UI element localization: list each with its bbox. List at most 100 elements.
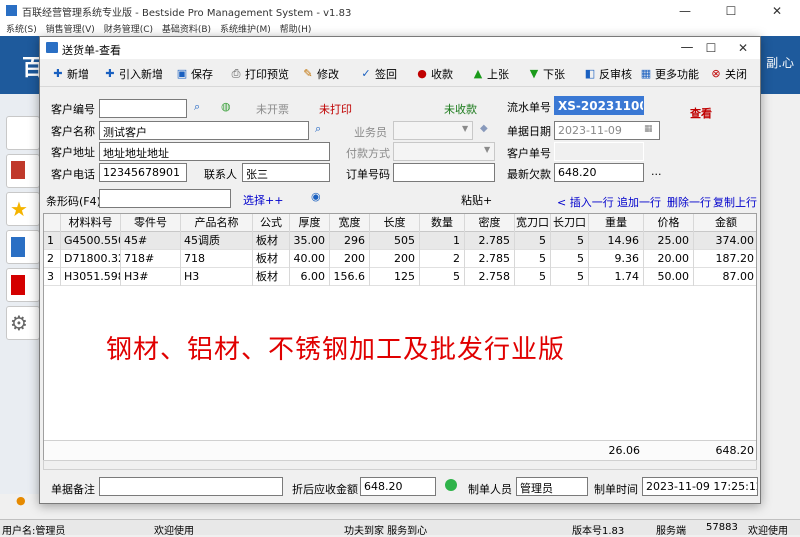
next-button[interactable]: ▼ 下张 <box>528 66 565 82</box>
customer-code-field[interactable] <box>99 99 187 118</box>
app-maximize-button[interactable]: ☐ <box>708 0 754 22</box>
table-row[interactable]: 3 H3051.598 H3# H3 板材 6.00 156.6 125 5 2… <box>44 268 756 286</box>
cell-amount[interactable]: 187.20 <box>694 250 756 268</box>
grid-header-formula[interactable]: 公式 <box>253 214 290 232</box>
app-minimize-button[interactable]: — <box>662 0 708 22</box>
import-new-button[interactable]: ✚ 引入新增 <box>104 66 163 82</box>
cell-length[interactable]: 505 <box>370 232 420 250</box>
grid-header-width[interactable]: 宽度 <box>330 214 370 232</box>
serial-no-field[interactable]: XS-202311001 <box>554 96 644 115</box>
menu-help[interactable]: 帮助(H) <box>280 22 312 35</box>
cell-thickness[interactable]: 35.00 <box>290 232 330 250</box>
shortcut-button-4[interactable] <box>6 230 40 264</box>
app-close-button[interactable]: ✕ <box>754 0 800 22</box>
grid-header-quantity[interactable]: 数量 <box>420 214 465 232</box>
cell-formula[interactable]: 板材 <box>253 268 290 286</box>
more-options-button[interactable]: ... <box>651 165 662 178</box>
cell-amount[interactable]: 374.00 <box>694 232 756 250</box>
grid-header-price[interactable]: 价格 <box>644 214 694 232</box>
dialog-close-button[interactable]: ✕ <box>720 37 766 59</box>
cell-material-no[interactable]: D71800.32 <box>61 250 121 268</box>
calendar-icon[interactable]: ▦ <box>644 124 653 134</box>
customer-address-field[interactable]: 地址地址地址 <box>99 142 330 161</box>
grid-header-width-kerf[interactable]: 宽刀口 <box>515 214 551 232</box>
order-no-field[interactable] <box>393 163 495 182</box>
cell-width[interactable]: 156.6 <box>330 268 370 286</box>
cell-quantity[interactable]: 5 <box>420 268 465 286</box>
cell-formula[interactable]: 板材 <box>253 250 290 268</box>
customer-search-icon[interactable]: ⌕ <box>315 122 321 136</box>
customer-name-field[interactable]: 测试客户 <box>99 121 309 140</box>
cell-width[interactable]: 200 <box>330 250 370 268</box>
cell-quantity[interactable]: 1 <box>420 232 465 250</box>
cell-length-kerf[interactable]: 5 <box>551 250 589 268</box>
barcode-input[interactable] <box>99 189 231 208</box>
customer-phone-field[interactable]: 12345678901 <box>99 163 187 182</box>
grid-header-product-name[interactable]: 产品名称 <box>181 214 253 232</box>
append-row-link[interactable]: 追加一行 <box>617 194 661 210</box>
table-row[interactable]: 1 G4500.550 45# 45调质 板材 35.00 296 505 1 … <box>44 232 756 250</box>
cell-part-no[interactable]: 45# <box>121 232 181 250</box>
cell-formula[interactable]: 板材 <box>253 232 290 250</box>
search-icon[interactable]: ⌕ <box>194 100 200 114</box>
cell-density[interactable]: 2.785 <box>465 250 515 268</box>
cell-quantity[interactable]: 2 <box>420 250 465 268</box>
payment-method-select[interactable] <box>393 142 495 161</box>
menu-system[interactable]: 系统(S) <box>6 22 37 35</box>
shortcut-button-5[interactable] <box>6 268 40 302</box>
new-button[interactable]: ✚ 新增 <box>52 66 89 82</box>
edit-button[interactable]: ✎ 修改 <box>302 66 339 82</box>
cell-product-name[interactable]: H3 <box>181 268 253 286</box>
customer-order-field[interactable] <box>554 142 644 161</box>
shortcut-button-1[interactable] <box>6 116 40 150</box>
cell-material-no[interactable]: G4500.550 <box>61 232 121 250</box>
shortcut-button-3[interactable]: ★ <box>6 192 40 226</box>
contact-field[interactable]: 张三 <box>242 163 330 182</box>
cell-price[interactable]: 20.00 <box>644 250 694 268</box>
cell-weight[interactable]: 1.74 <box>589 268 644 286</box>
remark-field[interactable] <box>99 477 283 496</box>
grid-header-density[interactable]: 密度 <box>465 214 515 232</box>
cell-width-kerf[interactable]: 5 <box>515 232 551 250</box>
copy-up-link[interactable]: 复制上行 <box>713 194 757 210</box>
shortcut-button-6[interactable]: ⚙ <box>6 306 40 340</box>
cell-thickness[interactable]: 6.00 <box>290 268 330 286</box>
eraser-icon[interactable]: ◆ <box>480 123 488 134</box>
cell-part-no[interactable]: 718# <box>121 250 181 268</box>
cell-product-name[interactable]: 718 <box>181 250 253 268</box>
table-row[interactable]: 2 D71800.32 718# 718 板材 40.00 200 200 2 … <box>44 250 756 268</box>
grid-header-length[interactable]: 长度 <box>370 214 420 232</box>
collect-payment-button[interactable]: ● 收款 <box>416 66 453 82</box>
cell-material-no[interactable]: H3051.598 <box>61 268 121 286</box>
paste-link[interactable]: 粘贴+ <box>461 192 492 208</box>
cell-amount[interactable]: 87.00 <box>694 268 756 286</box>
cell-length[interactable]: 200 <box>370 250 420 268</box>
previous-button[interactable]: ▲ 上张 <box>472 66 509 82</box>
menu-basic-data[interactable]: 基础资料(B) <box>162 22 211 35</box>
cell-width[interactable]: 296 <box>330 232 370 250</box>
shortcut-button-2[interactable] <box>6 154 40 188</box>
cell-density[interactable]: 2.758 <box>465 268 515 286</box>
unreview-button[interactable]: ◧ 反审核 <box>584 66 632 82</box>
close-button[interactable]: ⊗ 关闭 <box>710 66 747 82</box>
menu-finance[interactable]: 财务管理(C) <box>104 22 153 35</box>
cell-price[interactable]: 25.00 <box>644 232 694 250</box>
cell-part-no[interactable]: H3# <box>121 268 181 286</box>
cell-product-name[interactable]: 45调质 <box>181 232 253 250</box>
menu-maintenance[interactable]: 系统维护(M) <box>220 22 271 35</box>
insert-row-link[interactable]: < 插入一行 <box>557 194 614 210</box>
grid-horizontal-scrollbar[interactable] <box>43 460 757 470</box>
cell-length-kerf[interactable]: 5 <box>551 268 589 286</box>
cell-width-kerf[interactable]: 5 <box>515 250 551 268</box>
menu-sales[interactable]: 销售管理(V) <box>46 22 95 35</box>
cell-density[interactable]: 2.785 <box>465 232 515 250</box>
globe-icon[interactable]: ◉ <box>311 190 321 203</box>
cell-width-kerf[interactable]: 5 <box>515 268 551 286</box>
grid-header-material-no[interactable]: 材料料号 <box>61 214 121 232</box>
sign-back-button[interactable]: ✓ 签回 <box>360 66 397 82</box>
cell-length[interactable]: 125 <box>370 268 420 286</box>
grid-header-length-kerf[interactable]: 长刀口 <box>551 214 589 232</box>
more-functions-button[interactable]: ▦ 更多功能 <box>640 66 699 82</box>
grid-header-thickness[interactable]: 厚度 <box>290 214 330 232</box>
refresh-icon[interactable]: ◍ <box>221 100 231 113</box>
